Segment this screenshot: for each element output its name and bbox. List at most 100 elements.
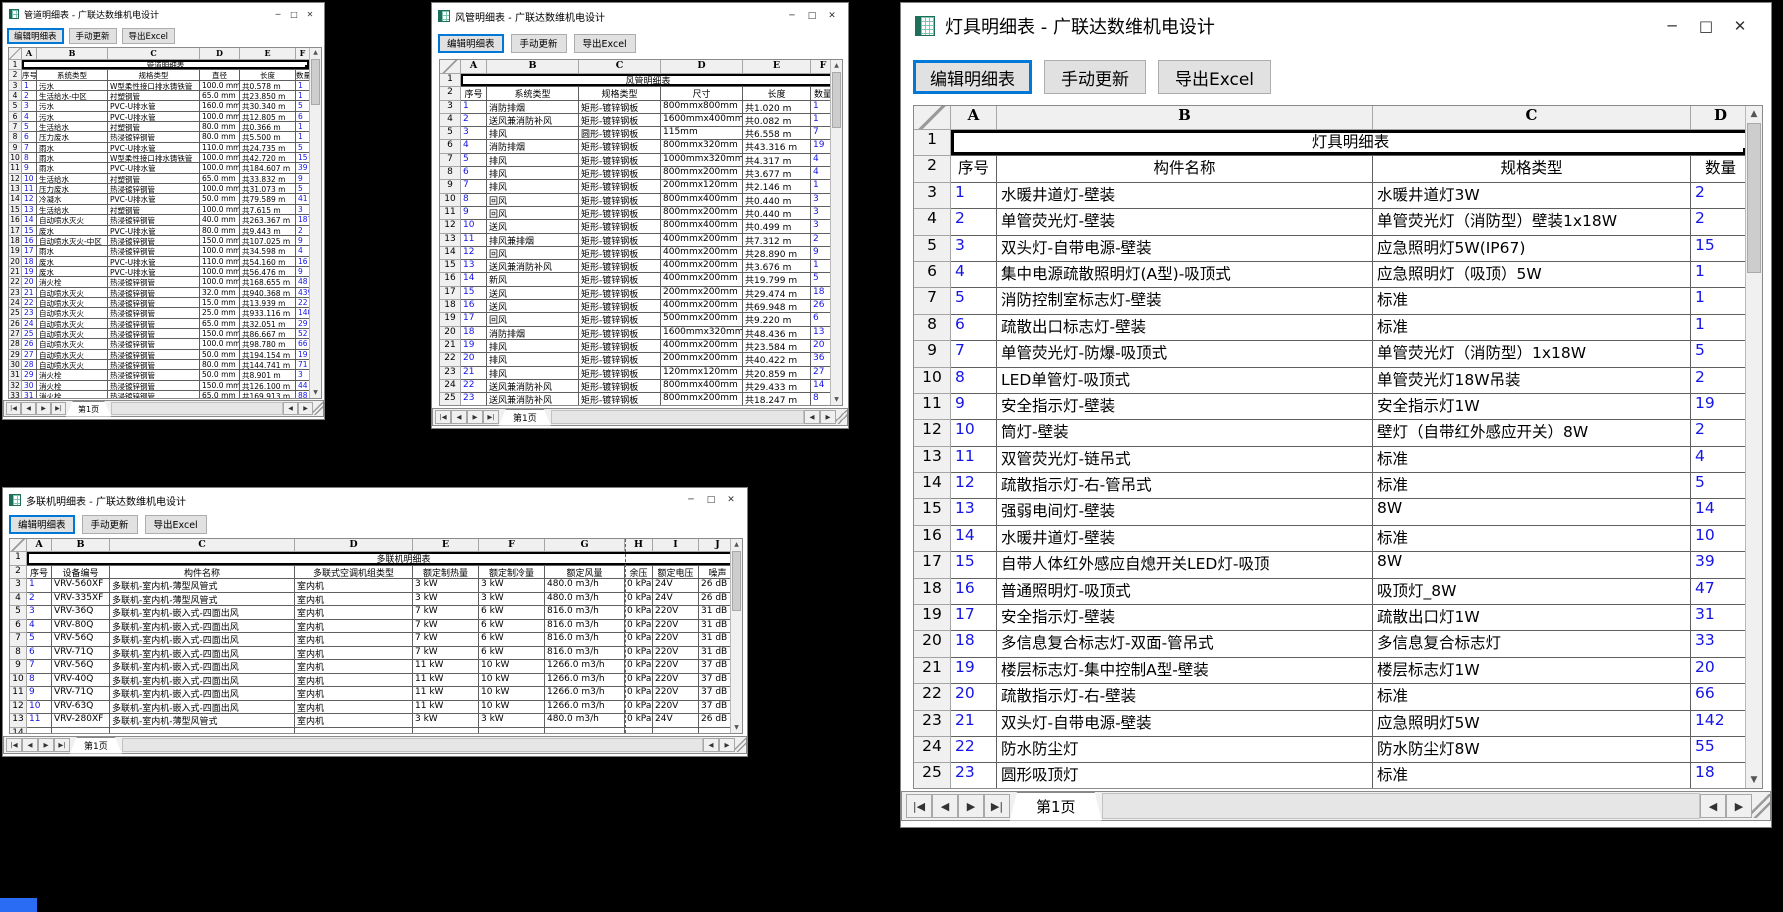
cell[interactable]: 100.0 mm [200,277,240,287]
cell[interactable]: 吸顶灯_8W [1373,579,1691,605]
cell[interactable]: W型柔性接口排水铸铁管 [108,153,200,163]
cell[interactable]: 65.0 mm [200,174,240,184]
cell[interactable]: 热浸镀锌钢管 [108,277,200,287]
row-number[interactable]: 2 [914,156,951,182]
cell[interactable]: 1 [811,260,830,273]
cell[interactable]: 自动喷水灭火 [37,308,108,318]
cell[interactable]: 热浸镀锌钢管 [108,288,200,298]
cell[interactable]: 自动喷水灭火-中区 [37,236,108,246]
row-number[interactable]: 1 [440,74,461,87]
header-cell[interactable]: 噪声 [699,566,730,580]
cell[interactable]: 14 [1691,499,1745,525]
cell[interactable]: 排风 [487,154,579,167]
cell[interactable]: 共42.720 m [240,153,296,163]
cell[interactable]: 多信息复合标志灯 [1373,631,1691,657]
cell[interactable]: 8 [22,153,37,163]
column-letter-A[interactable]: A [22,48,37,60]
cell[interactable]: 送风 [487,300,579,313]
cell[interactable]: 衬塑钢管 [108,174,200,184]
cell[interactable]: 筒灯-壁装 [997,420,1373,446]
scroll-up-icon[interactable]: ▲ [731,539,742,550]
cell[interactable]: 2 [1691,209,1745,235]
cell[interactable]: 室内机 [295,674,413,688]
cell[interactable]: 400mmx200mm [661,340,743,353]
cell[interactable]: 220V [653,701,699,715]
cell[interactable]: 集中电源疏散照明灯(A型)-吸顶式 [997,262,1373,288]
cell[interactable]: 热浸镀锌钢管 [108,308,200,318]
row-number[interactable]: 33 [9,391,22,399]
cell[interactable]: 安全指示灯1W [1373,394,1691,420]
scrollbar-thumb[interactable] [1747,123,1761,273]
cell[interactable]: 10 [22,174,37,184]
cell[interactable]: 11 kW [413,660,479,674]
cell[interactable]: 0 kPa [625,606,653,620]
cell[interactable]: 100.0 mm [200,163,240,173]
cell[interactable]: 5 [1691,341,1745,367]
cell[interactable]: 26 [811,300,830,313]
cell[interactable]: 矩形-镀锌钢板 [579,247,661,260]
cell[interactable]: 应急照明灯5W [1373,711,1691,737]
cell[interactable]: 6 kW [479,620,545,634]
header-cell[interactable]: 系统类型 [37,70,108,80]
cell[interactable]: 单管荧光灯18W吊装 [1373,368,1691,394]
cell[interactable]: 自动喷水灭火 [37,319,108,329]
cell[interactable]: 39 [1691,552,1745,578]
cell[interactable]: 110.0 mm [200,143,240,153]
cell[interactable]: 矩形-镀锌钢板 [579,180,661,193]
cell[interactable]: 矩形-镀锌钢板 [579,220,661,233]
cell[interactable]: 共33.832 m [240,174,296,184]
cell[interactable]: 防水防尘灯8W [1373,737,1691,763]
cell[interactable]: 2 [951,209,997,235]
header-cell[interactable]: 序号 [951,156,997,182]
row-number[interactable]: 25 [440,393,461,406]
cell[interactable]: 共0.499 m [743,220,811,233]
sheet-tab[interactable]: 第1页 [1010,792,1102,821]
cell[interactable]: 15.0 mm [200,298,240,308]
cell[interactable]: 自动喷水灭火 [37,339,108,349]
row-number[interactable]: 7 [914,288,951,314]
cell[interactable]: 共32.051 m [240,319,296,329]
cell[interactable]: 共79.589 m [240,194,296,204]
row-number[interactable]: 3 [10,579,27,593]
cell[interactable]: 18 [461,327,487,340]
horizontal-scrollbar[interactable] [111,402,283,415]
header-cell[interactable]: 余压 [625,566,653,580]
cell[interactable]: 65.0 mm [200,319,240,329]
cell[interactable]: 生活给水 [37,205,108,215]
column-letter-E[interactable]: E [240,48,296,60]
minimize-button[interactable]: ─ [270,10,286,19]
cell[interactable]: 共4.317 m [743,154,811,167]
cell[interactable]: 双管荧光灯-链吊式 [997,447,1373,473]
row-number[interactable]: 9 [10,660,27,674]
cell[interactable]: 6 kW [479,633,545,647]
cell[interactable]: 0 kPa [625,593,653,607]
cell[interactable]: 热浸镀锌钢管 [108,370,200,380]
cell[interactable]: 0 kPa [625,579,653,593]
cell[interactable]: VRV-71Q [52,647,110,661]
row-number[interactable]: 14 [440,247,461,260]
cell[interactable]: 共194.154 m [240,350,296,360]
cell[interactable]: 20 [1691,658,1745,684]
cell[interactable]: 26 dB [699,593,730,607]
cell[interactable]: 2 [1691,420,1745,446]
cell[interactable]: 400mmx200mm [661,260,743,273]
cell[interactable]: 20 [951,684,997,710]
cell[interactable]: 200mmx200mm [661,287,743,300]
cell[interactable]: 4 [951,262,997,288]
cell[interactable]: 7 kW [413,606,479,620]
horizontal-scrollbar[interactable] [1102,793,1700,819]
cell[interactable]: VRV-40Q [52,674,110,688]
cell[interactable]: 37 dB [699,660,730,674]
cell[interactable]: 52 [296,329,309,339]
scroll-left-icon[interactable]: ◀ [703,738,719,752]
row-number[interactable]: 21 [440,340,461,353]
cell[interactable]: 220V [653,687,699,701]
cell[interactable] [699,728,730,735]
cell[interactable]: 多联机-室内机-嵌入式-四面出风 [110,633,295,647]
cell[interactable]: LED单管灯-吸顶式 [997,368,1373,394]
row-number[interactable]: 4 [10,593,27,607]
cell[interactable]: 10 [1691,526,1745,552]
cell[interactable]: 1 [27,579,52,593]
manual-update-button[interactable]: 手动更新 [511,34,567,53]
cell[interactable]: 1 [296,122,309,132]
